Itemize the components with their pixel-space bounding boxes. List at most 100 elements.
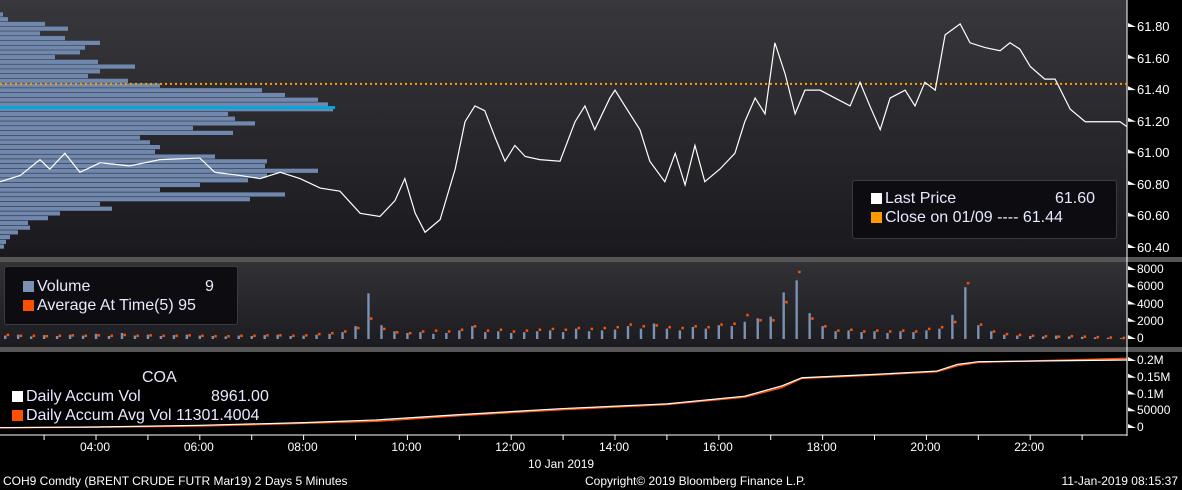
time-axis-label: 22:00 (1014, 440, 1045, 454)
last-price-value: 61.60 (1055, 190, 1096, 207)
volume-profile-bar (0, 130, 233, 135)
avg-volume-marker (953, 320, 957, 324)
timestamp: 11-Jan-2019 08:15:37 (1061, 474, 1178, 488)
volume-profile-bar (0, 116, 235, 121)
avg-volume-marker (1083, 335, 1087, 338)
y-tick-marker (1128, 117, 1136, 122)
avg-volume-marker (162, 334, 165, 338)
volume-legend: Volume 9 Average At Time(5) 95 (4, 266, 238, 325)
volume-bar (146, 334, 150, 339)
volume-bar (172, 335, 176, 339)
close-value: 61.44 (1022, 209, 1063, 226)
avg-volume-marker (577, 326, 581, 330)
y-tick-marker (1128, 300, 1136, 305)
price-axis-label: 61.80 (1137, 19, 1170, 34)
avg-volume-marker (629, 323, 632, 326)
volume-bar (354, 326, 357, 339)
volume-bar (16, 334, 20, 339)
panel-divider[interactable] (0, 257, 1182, 262)
avg-volume-marker (19, 334, 23, 338)
volume-bar (315, 334, 318, 339)
volume-bar (938, 328, 941, 339)
avg-volume-marker (279, 334, 282, 337)
volume-bar (198, 335, 202, 339)
avg-volume-marker (1044, 334, 1048, 338)
volume-profile-bar (0, 163, 265, 169)
avg-volume-marker (720, 323, 723, 326)
avg-volume-marker (901, 329, 905, 332)
panel-divider[interactable] (0, 347, 1182, 352)
avg-volume-marker (914, 330, 918, 333)
avg-volume-marker (1070, 334, 1074, 338)
volume-bar (1016, 335, 1019, 339)
volume-profile-bar (0, 216, 48, 221)
volume-bar (834, 331, 837, 339)
volume-bar (1080, 336, 1084, 339)
close-label: Close on 01/09 ---- (885, 209, 1019, 226)
avg-volume-marker (811, 317, 814, 320)
volume-bar (237, 335, 240, 339)
volume-profile-bar (0, 121, 255, 126)
accum-title: COA (142, 369, 177, 386)
volume-bar (600, 330, 604, 339)
y-tick-marker (1128, 390, 1136, 395)
time-axis-label: 04:00 (80, 440, 111, 454)
avg-volume-marker (344, 330, 347, 333)
y-tick-marker (1128, 54, 1136, 59)
volume-profile-bar (0, 220, 28, 225)
volume-profile-bar (0, 211, 60, 216)
volume-profile-bar (0, 197, 250, 202)
avg-volume-marker (486, 329, 490, 332)
price-axis-label: 61.00 (1137, 145, 1170, 161)
avg-volume-marker (266, 334, 269, 337)
volume-label: Volume (37, 278, 91, 295)
avg-volume-marker (590, 327, 594, 331)
avg-volume-marker (382, 327, 386, 331)
avg-volume-marker (927, 327, 931, 331)
volume-profile-bar (0, 59, 98, 64)
volume-bar (276, 334, 279, 339)
avg-label: Average At Time(5) (37, 297, 174, 314)
volume-profile-bar (0, 235, 10, 240)
avg-volume-marker (940, 325, 944, 329)
volume-axis-label: 2000 (1137, 313, 1164, 328)
volume-profile-bar (0, 140, 150, 145)
volume-profile-bar (0, 40, 100, 45)
price-axis-label: 60.80 (1137, 176, 1170, 192)
avg-volume-marker (331, 331, 334, 335)
date-label: 10 Jan 2019 (528, 457, 595, 471)
avg-volume-marker (123, 333, 126, 337)
y-tick-marker (1128, 407, 1136, 412)
volume-profile-bar (0, 97, 318, 102)
price-axis-label: 61.60 (1137, 50, 1170, 66)
volume-profile-bar (0, 178, 248, 183)
volume-bar (68, 334, 72, 339)
avg-volume-marker (473, 325, 477, 328)
avg-volume-marker (1096, 335, 1100, 339)
volume-bar (652, 323, 656, 339)
time-axis-label: 18:00 (806, 440, 837, 454)
avg-volume-marker (668, 325, 671, 329)
avg-volume-marker (84, 334, 88, 338)
volume-bar (185, 334, 189, 339)
avg-volume-marker (772, 319, 775, 322)
avg-volume-marker (785, 300, 788, 304)
volume-bar (548, 330, 552, 339)
y-tick-marker (1128, 149, 1136, 154)
avg-volume-marker (149, 334, 152, 337)
volume-bar (1029, 335, 1032, 339)
volume-bar (1093, 337, 1097, 339)
avg-volume-marker (240, 334, 243, 338)
time-axis-label: 12:00 (495, 440, 526, 454)
volume-bar (471, 326, 474, 339)
avg-value: 95 (178, 297, 196, 314)
volume-bar (1119, 338, 1123, 339)
avg-volume-marker (1122, 336, 1126, 340)
copyright: Copyright© 2019 Bloomberg Finance L.P. (585, 474, 806, 488)
volume-bar (990, 331, 993, 339)
avg-volume-marker (1057, 335, 1061, 338)
avg-volume-marker (707, 325, 710, 329)
volume-bar (821, 326, 824, 339)
volume-bar (458, 330, 461, 339)
avg-volume-marker (292, 334, 295, 338)
